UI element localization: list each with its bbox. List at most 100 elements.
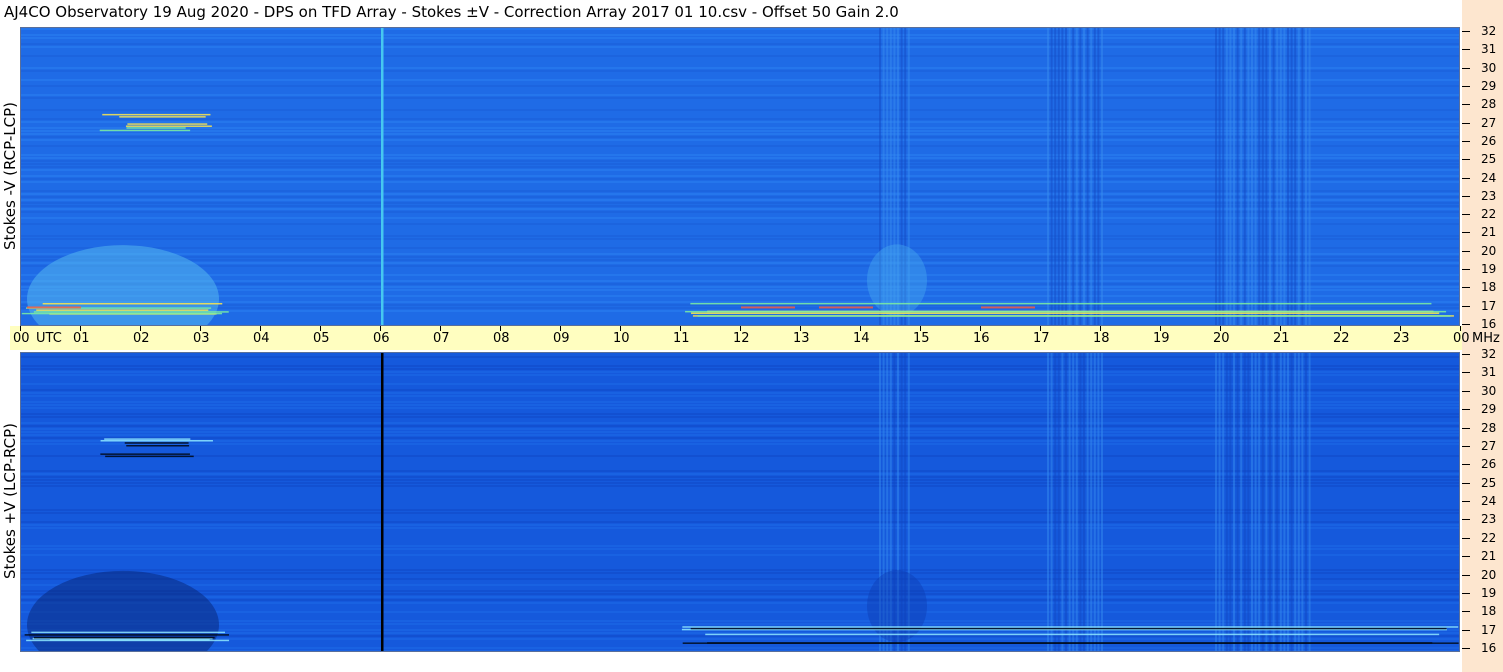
interference-column [1075, 28, 1078, 325]
burst-trace [99, 129, 191, 132]
interference-column [1057, 353, 1060, 651]
time-tick-mark [860, 326, 861, 331]
time-tick-label: 12 [733, 331, 750, 346]
time-tick-label: 13 [793, 331, 810, 346]
interference-column [1236, 353, 1239, 651]
interference-column [1050, 28, 1053, 325]
interference-column [1305, 353, 1307, 651]
interference-column [1097, 353, 1100, 651]
interference-column [1218, 353, 1221, 651]
time-tick-mark [20, 326, 21, 331]
time-tick-mark [80, 326, 81, 331]
frequency-tick-mark [1462, 482, 1470, 484]
time-tick-label: 16 [973, 331, 990, 346]
interference-column [1233, 28, 1235, 325]
interference-column [1093, 28, 1096, 325]
time-tick-mark [920, 326, 921, 331]
frequency-tick-mark [1462, 372, 1470, 374]
time-tick-label: 17 [1033, 331, 1050, 346]
interference-column [1072, 353, 1075, 651]
interference-column [1243, 353, 1246, 651]
burst-trace [100, 440, 213, 442]
frequency-tick-mark [1462, 269, 1470, 271]
interference-column [1075, 353, 1078, 651]
frequency-tick-mark [1462, 305, 1470, 307]
interference-column [1218, 28, 1221, 325]
time-tick-label: 09 [553, 331, 570, 346]
frequency-tick-label: 28 [1481, 97, 1497, 112]
interference-column [1254, 28, 1257, 325]
frequency-tick-mark [1462, 611, 1470, 613]
interference-column [1243, 28, 1246, 325]
time-tick-mark [980, 326, 981, 331]
time-tick-mark [560, 326, 561, 331]
interference-column [1215, 28, 1217, 325]
frequency-tick-mark [1462, 85, 1470, 87]
interference-column [1251, 353, 1253, 651]
burst-trace [124, 442, 189, 444]
frequency-tick-label: 32 [1481, 24, 1497, 38]
time-tick-label: 15 [913, 331, 930, 346]
marker-line [381, 28, 384, 325]
frequency-tick-label: 27 [1481, 438, 1497, 453]
interference-column [1050, 353, 1053, 651]
burst-glow [867, 570, 927, 643]
burst-trace [102, 113, 211, 116]
interference-column [1269, 353, 1271, 651]
burst-trace [119, 116, 206, 118]
frequency-tick-label: 32 [1481, 347, 1497, 361]
frequency-tick-mark [1462, 390, 1470, 392]
time-tick-label: 03 [193, 331, 210, 346]
frequency-tick-mark [1462, 324, 1470, 325]
time-tick-mark [320, 326, 321, 331]
interference-column [1297, 28, 1300, 325]
frequency-tick-label: 22 [1481, 530, 1497, 545]
burst-hotspot [981, 306, 1035, 309]
frequency-tick-mark [1462, 574, 1470, 576]
frequency-tick-label: 16 [1481, 641, 1497, 655]
interference-column [1287, 28, 1289, 325]
interference-column [1294, 28, 1297, 325]
interference-column [1269, 28, 1271, 325]
interference-column [1308, 353, 1311, 651]
interference-column [1265, 28, 1268, 325]
frequency-tick-label: 29 [1481, 78, 1497, 93]
frequency-tick-mark [1462, 629, 1470, 631]
burst-trace [33, 311, 229, 313]
interference-column [1290, 353, 1293, 651]
frequency-tick-mark [1462, 67, 1470, 69]
spectrogram-top-svg [21, 28, 1459, 325]
burst-trace [104, 438, 191, 440]
frequency-tick-label: 23 [1481, 512, 1497, 527]
frequency-tick-mark [1462, 140, 1470, 142]
interference-column [1054, 28, 1057, 325]
burst-trace [697, 315, 1451, 317]
interference-column [1308, 28, 1311, 325]
interference-column [1083, 353, 1085, 651]
interference-column [1047, 353, 1049, 651]
burst-glow [867, 244, 927, 317]
spectrogram-top [20, 27, 1460, 326]
frequency-tick-label: 27 [1481, 115, 1497, 130]
interference-column [1247, 353, 1250, 651]
interference-column [1225, 28, 1228, 325]
time-tick-label: 14 [853, 331, 870, 346]
marker-line [381, 353, 384, 651]
frequency-tick-mark [1462, 648, 1470, 649]
interference-column [1297, 353, 1300, 651]
frequency-tick-mark [1462, 250, 1470, 252]
time-tick-label: 18 [1093, 331, 1110, 346]
burst-hotspot [819, 306, 873, 309]
time-tick-mark [1160, 326, 1161, 331]
time-tick-mark [140, 326, 141, 331]
frequency-tick-label: 19 [1481, 262, 1497, 277]
burst-trace [705, 633, 1440, 636]
interference-column [1083, 28, 1085, 325]
frequency-tick-mark [1462, 214, 1470, 216]
utc-unit-label: UTC [36, 331, 62, 346]
interference-column [1279, 28, 1282, 325]
frequency-tick-mark [1462, 287, 1470, 289]
frequency-tick-label: 31 [1481, 365, 1497, 380]
time-tick-label: 00 [13, 331, 30, 346]
burst-trace [691, 312, 1440, 315]
